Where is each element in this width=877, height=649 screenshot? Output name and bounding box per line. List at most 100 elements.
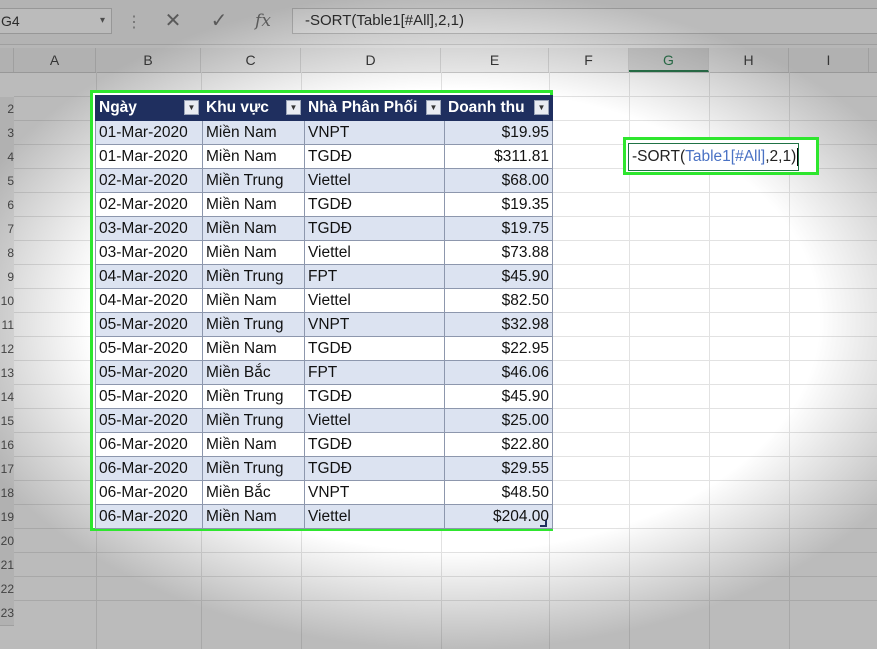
filter-dropdown-icon[interactable]: ▼ — [184, 100, 199, 115]
cell-date[interactable]: 05-Mar-2020 — [95, 384, 203, 409]
table-resize-handle-icon[interactable] — [540, 520, 547, 527]
cell-date[interactable]: 05-Mar-2020 — [95, 336, 203, 361]
cell-revenue[interactable]: $19.95 — [444, 120, 553, 145]
column-header-i[interactable]: I — [789, 48, 869, 72]
column-header-b[interactable]: B — [96, 48, 201, 72]
cell-region[interactable]: Miền Trung — [202, 384, 305, 409]
row-header[interactable]: 6 — [0, 193, 14, 218]
row-header[interactable]: 20 — [0, 529, 14, 554]
cell-distributor[interactable]: TGDĐ — [304, 432, 445, 457]
cell-region[interactable]: Miền Bắc — [202, 480, 305, 505]
cell-date[interactable]: 06-Mar-2020 — [95, 456, 203, 481]
cell-region[interactable]: Miền Nam — [202, 192, 305, 217]
header-nha-phan-phoi[interactable]: Nhà Phân Phối ▼ — [304, 95, 445, 121]
column-header-g[interactable]: G — [629, 48, 709, 72]
cell-revenue[interactable]: $32.98 — [444, 312, 553, 337]
cancel-icon[interactable]: ✕ — [158, 8, 188, 34]
row-header[interactable]: 5 — [0, 169, 14, 194]
cell-region[interactable]: Miền Nam — [202, 240, 305, 265]
cell-revenue[interactable]: $68.00 — [444, 168, 553, 193]
cell-distributor[interactable]: Viettel — [304, 240, 445, 265]
row-header[interactable]: 17 — [0, 457, 14, 482]
row-header[interactable]: 21 — [0, 553, 14, 578]
cell-revenue[interactable]: $29.55 — [444, 456, 553, 481]
cell-date[interactable]: 03-Mar-2020 — [95, 240, 203, 265]
cell-distributor[interactable]: TGDĐ — [304, 384, 445, 409]
cell-revenue[interactable]: $204.00 — [444, 504, 553, 529]
active-cell-editor[interactable]: -SORT(Table1[#All],2,1) — [628, 143, 800, 171]
cell-revenue[interactable]: $45.90 — [444, 264, 553, 289]
cell-region[interactable]: Miền Trung — [202, 456, 305, 481]
cell-distributor[interactable]: TGDĐ — [304, 192, 445, 217]
cell-distributor[interactable]: TGDĐ — [304, 456, 445, 481]
row-header[interactable]: 23 — [0, 601, 14, 626]
cell-distributor[interactable]: TGDĐ — [304, 144, 445, 169]
row-header[interactable]: 8 — [0, 241, 14, 266]
cell-distributor[interactable]: TGDĐ — [304, 336, 445, 361]
filter-dropdown-icon[interactable]: ▼ — [534, 100, 549, 115]
cell-distributor[interactable]: VNPT — [304, 120, 445, 145]
cell-region[interactable]: Miền Trung — [202, 264, 305, 289]
cell-date[interactable]: 06-Mar-2020 — [95, 432, 203, 457]
cell-revenue[interactable]: $73.88 — [444, 240, 553, 265]
filter-dropdown-icon[interactable]: ▼ — [286, 100, 301, 115]
row-header[interactable]: 2 — [0, 97, 14, 122]
cell-distributor[interactable]: FPT — [304, 264, 445, 289]
row-header[interactable]: 3 — [0, 121, 14, 146]
column-header-c[interactable]: C — [201, 48, 301, 72]
cell-region[interactable]: Miền Nam — [202, 336, 305, 361]
row-header[interactable]: 14 — [0, 385, 14, 410]
cell-revenue[interactable]: $48.50 — [444, 480, 553, 505]
cell-date[interactable]: 01-Mar-2020 — [95, 144, 203, 169]
cell-date[interactable]: 05-Mar-2020 — [95, 312, 203, 337]
column-header-f[interactable]: F — [549, 48, 629, 72]
name-box[interactable]: G4 ▾ — [0, 8, 112, 34]
cell-revenue[interactable]: $45.90 — [444, 384, 553, 409]
chevron-down-icon[interactable]: ▾ — [100, 9, 105, 33]
insert-function-icon[interactable]: fx — [248, 8, 278, 34]
cell-distributor[interactable]: Viettel — [304, 504, 445, 529]
cell-date[interactable]: 04-Mar-2020 — [95, 288, 203, 313]
cell-distributor[interactable]: VNPT — [304, 312, 445, 337]
cell-region[interactable]: Miền Nam — [202, 216, 305, 241]
filter-dropdown-icon[interactable]: ▼ — [426, 100, 441, 115]
cell-date[interactable]: 01-Mar-2020 — [95, 120, 203, 145]
row-header[interactable]: 4 — [0, 145, 14, 170]
row-header[interactable]: 13 — [0, 361, 14, 386]
cell-date[interactable]: 03-Mar-2020 — [95, 216, 203, 241]
row-header[interactable]: 18 — [0, 481, 14, 506]
row-header[interactable]: 16 — [0, 433, 14, 458]
cell-distributor[interactable]: FPT — [304, 360, 445, 385]
cell-region[interactable]: Miền Nam — [202, 288, 305, 313]
cell-distributor[interactable]: Viettel — [304, 168, 445, 193]
data-table[interactable]: Ngày ▼ Khu vực ▼ Nhà Phân Phối ▼ Doanh thu ▼… — [95, 95, 553, 529]
row-header[interactable]: 12 — [0, 337, 14, 362]
cell-region[interactable]: Miền Nam — [202, 432, 305, 457]
cell-region[interactable]: Miền Bắc — [202, 360, 305, 385]
enter-check-icon[interactable]: ✓ — [204, 8, 234, 34]
cell-date[interactable]: 04-Mar-2020 — [95, 264, 203, 289]
cell-revenue[interactable]: $311.81 — [444, 144, 553, 169]
row-header[interactable]: 15 — [0, 409, 14, 434]
cell-date[interactable]: 02-Mar-2020 — [95, 168, 203, 193]
cell-date[interactable]: 05-Mar-2020 — [95, 408, 203, 433]
cell-region[interactable]: Miền Nam — [202, 144, 305, 169]
row-header[interactable]: 9 — [0, 265, 14, 290]
cell-region[interactable]: Miền Nam — [202, 504, 305, 529]
cell-revenue[interactable]: $19.35 — [444, 192, 553, 217]
cell-revenue[interactable]: $19.75 — [444, 216, 553, 241]
cell-date[interactable]: 02-Mar-2020 — [95, 192, 203, 217]
cell-revenue[interactable]: $22.95 — [444, 336, 553, 361]
row-header[interactable]: 19 — [0, 505, 14, 530]
select-all-corner[interactable] — [0, 48, 14, 72]
row-header[interactable]: 10 — [0, 289, 14, 314]
column-header-a[interactable]: A — [14, 48, 96, 72]
cell-date[interactable]: 06-Mar-2020 — [95, 480, 203, 505]
header-ngay[interactable]: Ngày ▼ — [95, 95, 203, 121]
cell-region[interactable]: Miền Trung — [202, 168, 305, 193]
cell-region[interactable]: Miền Trung — [202, 408, 305, 433]
formula-input[interactable]: -SORT(Table1[#All],2,1) — [292, 8, 877, 34]
cell-distributor[interactable]: VNPT — [304, 480, 445, 505]
cell-revenue[interactable]: $46.06 — [444, 360, 553, 385]
cell-revenue[interactable]: $22.80 — [444, 432, 553, 457]
